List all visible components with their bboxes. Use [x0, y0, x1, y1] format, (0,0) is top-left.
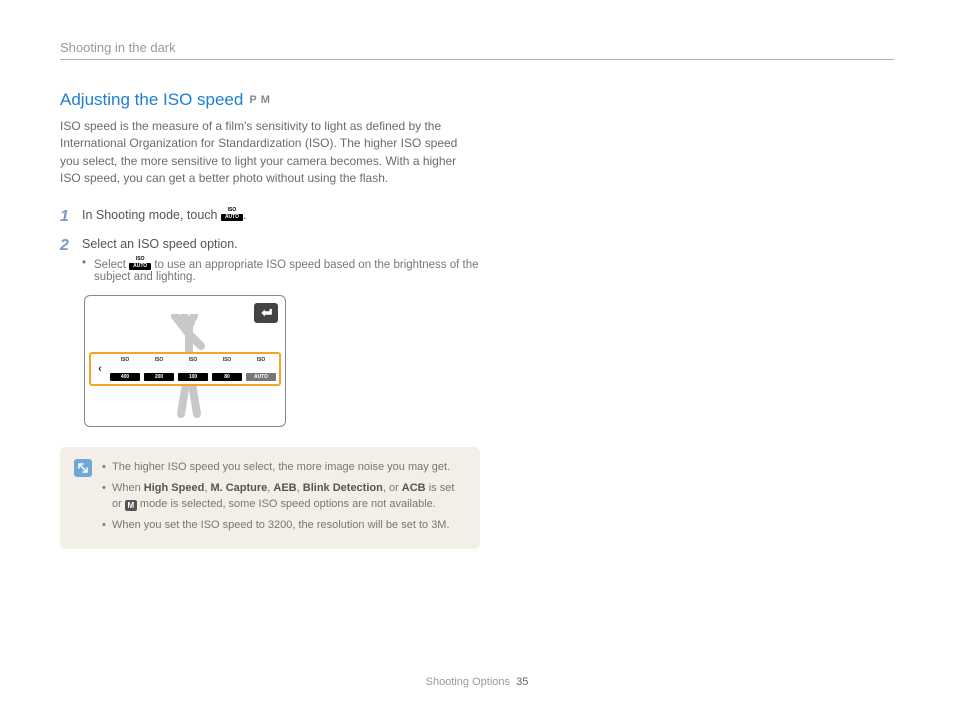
scroll-left-button[interactable]: ‹ [93, 356, 107, 382]
iso-option[interactable]: ISO400 [109, 356, 141, 382]
note-item: When High Speed, M. Capture, AEB, Blink … [102, 480, 466, 513]
page-footer: Shooting Options 35 [0, 676, 954, 688]
title-text: Adjusting the ISO speed [60, 90, 243, 110]
step-number: 1 [60, 208, 74, 226]
mode-badge-p: P [249, 94, 256, 106]
iso-option-selected[interactable]: ISOAUTO [245, 356, 277, 382]
iso-auto-icon: ISOAUTO [221, 208, 243, 221]
back-button[interactable] [254, 303, 278, 323]
footer-page-number: 35 [516, 676, 528, 688]
footer-section: Shooting Options [426, 676, 510, 688]
iso-option-strip[interactable]: ‹ ISO400 ISO200 ISO100 ISO80 ISOAUTO [89, 352, 281, 386]
step-2-sub: Select ISOAUTO to use an appropriate ISO… [82, 257, 480, 283]
step-1-text-after: . [243, 208, 246, 222]
step-1-text-before: In Shooting mode, touch [82, 208, 221, 222]
breadcrumb: Shooting in the dark [60, 40, 894, 60]
back-arrow-icon [259, 307, 273, 319]
page-title: Adjusting the ISO speed P M [60, 90, 480, 110]
step-2: 2 Select an ISO speed option. Select ISO… [60, 237, 480, 283]
note-item: When you set the ISO speed to 3200, the … [102, 517, 466, 534]
iso-option[interactable]: ISO100 [177, 356, 209, 382]
step-1: 1 In Shooting mode, touch ISOAUTO. [60, 208, 480, 226]
iso-auto-icon: ISOAUTO [129, 257, 151, 270]
step-2-text: Select an ISO speed option. [82, 237, 238, 251]
note-icon [74, 459, 92, 477]
mode-badge-m: M [261, 94, 270, 106]
intro-paragraph: ISO speed is the measure of a film's sen… [60, 118, 480, 188]
note-box: The higher ISO speed you select, the mor… [60, 447, 480, 549]
iso-option[interactable]: ISO200 [143, 356, 175, 382]
iso-option[interactable]: ISO80 [211, 356, 243, 382]
note-item: The higher ISO speed you select, the mor… [102, 459, 466, 476]
mode-m-icon: M [125, 500, 137, 511]
step-number: 2 [60, 237, 74, 255]
camera-ui-preview: ‹ ISO400 ISO200 ISO100 ISO80 ISOAUTO [84, 295, 286, 427]
